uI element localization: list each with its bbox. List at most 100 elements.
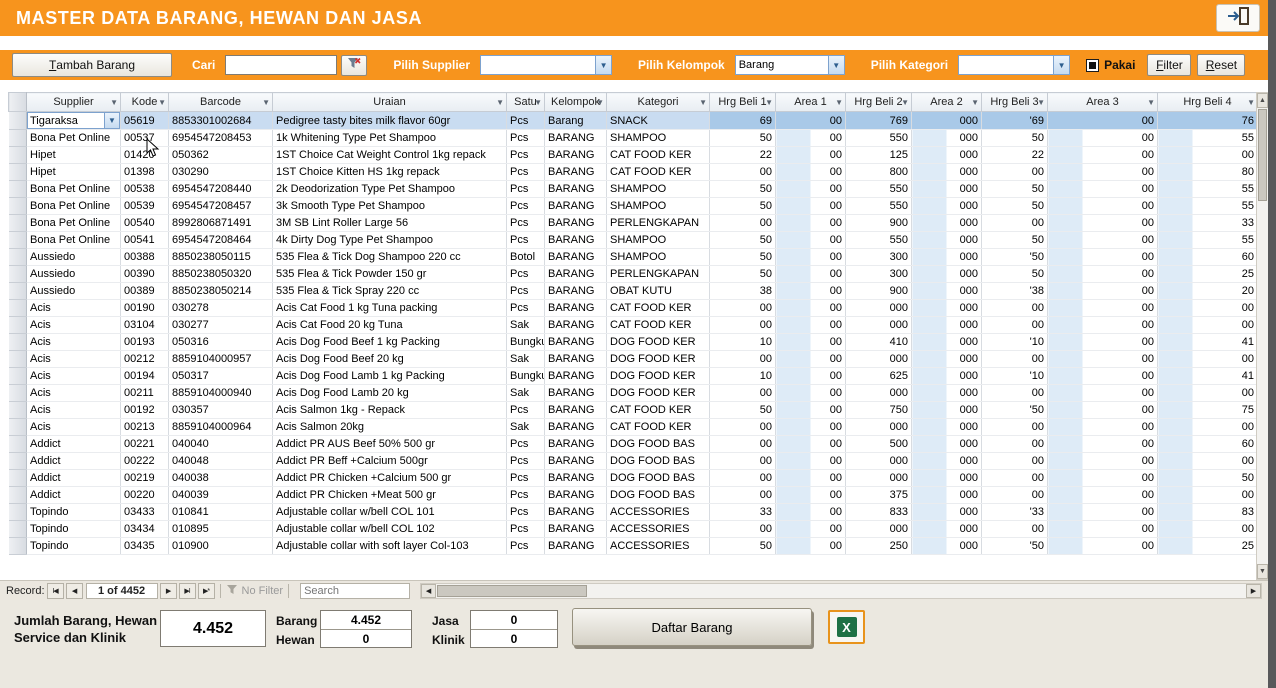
cell-a1[interactable]: 00 (776, 453, 846, 470)
cell-hb1[interactable]: 00 (710, 317, 776, 334)
cell-a2[interactable]: 000 (912, 181, 982, 198)
cell-hb3[interactable]: 50 (982, 130, 1048, 147)
cell-barcode[interactable]: 6954547208464 (169, 232, 273, 249)
cell-a3[interactable]: 00 (1048, 538, 1158, 555)
cell-a3[interactable]: 00 (1048, 232, 1158, 249)
cell-barcode[interactable]: 8859104000957 (169, 351, 273, 368)
cell-hb1[interactable]: 50 (710, 266, 776, 283)
cell-kategori[interactable]: PERLENGKAPAN (607, 266, 710, 283)
scroll-down-icon[interactable]: ▼ (1257, 564, 1268, 579)
cell-uraian[interactable]: Acis Cat Food 1 kg Tuna packing (273, 300, 507, 317)
scroll-up-icon[interactable]: ▲ (1257, 93, 1268, 108)
cell-kode[interactable]: 03433 (121, 504, 169, 521)
cell-a1[interactable]: 00 (776, 232, 846, 249)
cell-barcode[interactable]: 6954547208453 (169, 130, 273, 147)
cell-kategori[interactable]: CAT FOOD KER (607, 402, 710, 419)
cell-a3[interactable]: 00 (1048, 487, 1158, 504)
cell-hb2[interactable]: 833 (846, 504, 912, 521)
cell-kelompok[interactable]: BARANG (545, 232, 607, 249)
cell-kode[interactable]: 01420 (121, 147, 169, 164)
cell-kelompok[interactable]: BARANG (545, 504, 607, 521)
cell-kode[interactable]: 00539 (121, 198, 169, 215)
cell-a1[interactable]: 00 (776, 504, 846, 521)
cell-hb2[interactable]: 750 (846, 402, 912, 419)
record-selector[interactable] (9, 232, 27, 249)
cell-hb4[interactable]: 55 (1158, 232, 1258, 249)
cell-kode[interactable]: 00213 (121, 419, 169, 436)
cell-kelompok[interactable]: BARANG (545, 453, 607, 470)
cell-hb1[interactable]: 50 (710, 198, 776, 215)
cell-kategori[interactable]: DOG FOOD BAS (607, 453, 710, 470)
cell-hb4[interactable]: 00 (1158, 300, 1258, 317)
cell-a2[interactable]: 000 (912, 470, 982, 487)
cell-hb3[interactable]: 00 (982, 385, 1048, 402)
cell-kode[interactable]: 00538 (121, 181, 169, 198)
cell-hb1[interactable]: 69 (710, 112, 776, 130)
cell-barcode[interactable]: 6954547208457 (169, 198, 273, 215)
cell-uraian[interactable]: 4k Dirty Dog Type Pet Shampoo (273, 232, 507, 249)
cell-a1[interactable]: 00 (776, 112, 846, 130)
cell-barcode[interactable]: 8850238050320 (169, 266, 273, 283)
record-selector[interactable] (9, 266, 27, 283)
cell-uraian[interactable]: 535 Flea & Tick Dog Shampoo 220 cc (273, 249, 507, 266)
cell-a2[interactable]: 000 (912, 112, 982, 130)
cell-supplier[interactable]: Addict (27, 470, 121, 487)
cell-satuan[interactable]: Pcs (507, 283, 545, 300)
cell-hb3[interactable]: '10 (982, 368, 1048, 385)
cell-a1[interactable]: 00 (776, 181, 846, 198)
cell-hb1[interactable]: 00 (710, 300, 776, 317)
cell-kode[interactable]: 01398 (121, 164, 169, 181)
cell-a1[interactable]: 00 (776, 300, 846, 317)
cell-uraian[interactable]: Addict PR Beff +Calcium 500gr (273, 453, 507, 470)
cell-a3[interactable]: 00 (1048, 215, 1158, 232)
cell-kategori[interactable]: SHAMPOO (607, 232, 710, 249)
cell-hb4[interactable]: 55 (1158, 198, 1258, 215)
cell-hb3[interactable]: 50 (982, 266, 1048, 283)
exit-button[interactable] (1216, 4, 1260, 32)
cell-a1[interactable]: 00 (776, 249, 846, 266)
cell-kelompok[interactable]: BARANG (545, 368, 607, 385)
cell-hb4[interactable]: 75 (1158, 402, 1258, 419)
cell-a1[interactable]: 00 (776, 402, 846, 419)
cell-a2[interactable]: 000 (912, 521, 982, 538)
cell-uraian[interactable]: Pedigree tasty bites milk flavor 60gr (273, 112, 507, 130)
cell-kode[interactable]: 00388 (121, 249, 169, 266)
cell-uraian[interactable]: Adjustable collar w/bell COL 102 (273, 521, 507, 538)
cell-a2[interactable]: 000 (912, 385, 982, 402)
cell-supplier[interactable]: Tigaraksa▼ (27, 112, 121, 130)
cell-kode[interactable]: 03434 (121, 521, 169, 538)
cell-a2[interactable]: 000 (912, 436, 982, 453)
cell-hb4[interactable]: 25 (1158, 266, 1258, 283)
daftar-barang-button[interactable]: Daftar Barang (572, 608, 812, 646)
cell-kode[interactable]: 00212 (121, 351, 169, 368)
kelompok-select[interactable]: Barang ▼ (735, 55, 845, 75)
cell-hb1[interactable]: 50 (710, 181, 776, 198)
cell-kategori[interactable]: CAT FOOD KER (607, 419, 710, 436)
new-record-button[interactable]: ▶* (198, 583, 215, 599)
cell-hb4[interactable]: 41 (1158, 368, 1258, 385)
cell-a2[interactable]: 000 (912, 538, 982, 555)
cell-a2[interactable]: 000 (912, 402, 982, 419)
cell-supplier[interactable]: Aussiedo (27, 283, 121, 300)
cell-barcode[interactable]: 8992806871491 (169, 215, 273, 232)
cell-kategori[interactable]: DOG FOOD BAS (607, 487, 710, 504)
cell-supplier[interactable]: Bona Pet Online (27, 130, 121, 147)
cell-satuan[interactable]: Pcs (507, 232, 545, 249)
cell-a3[interactable]: 00 (1048, 317, 1158, 334)
cell-hb3[interactable]: '50 (982, 249, 1048, 266)
cell-hb3[interactable]: '33 (982, 504, 1048, 521)
record-selector[interactable] (9, 521, 27, 538)
cell-uraian[interactable]: 2k Deodorization Type Pet Shampoo (273, 181, 507, 198)
cell-a2[interactable]: 000 (912, 351, 982, 368)
cell-supplier[interactable]: Addict (27, 487, 121, 504)
export-excel-button[interactable]: X (828, 610, 865, 644)
reset-button[interactable]: Reset (1197, 54, 1245, 76)
cell-barcode[interactable]: 8850238050214 (169, 283, 273, 300)
cell-hb1[interactable]: 50 (710, 130, 776, 147)
cell-a1[interactable]: 00 (776, 334, 846, 351)
cell-a3[interactable]: 00 (1048, 130, 1158, 147)
horizontal-scrollbar[interactable]: ◀ ▶ (420, 583, 1262, 599)
column-header-uraian[interactable]: Uraian▼ (273, 93, 507, 112)
record-selector[interactable] (9, 351, 27, 368)
cell-hb1[interactable]: 00 (710, 385, 776, 402)
